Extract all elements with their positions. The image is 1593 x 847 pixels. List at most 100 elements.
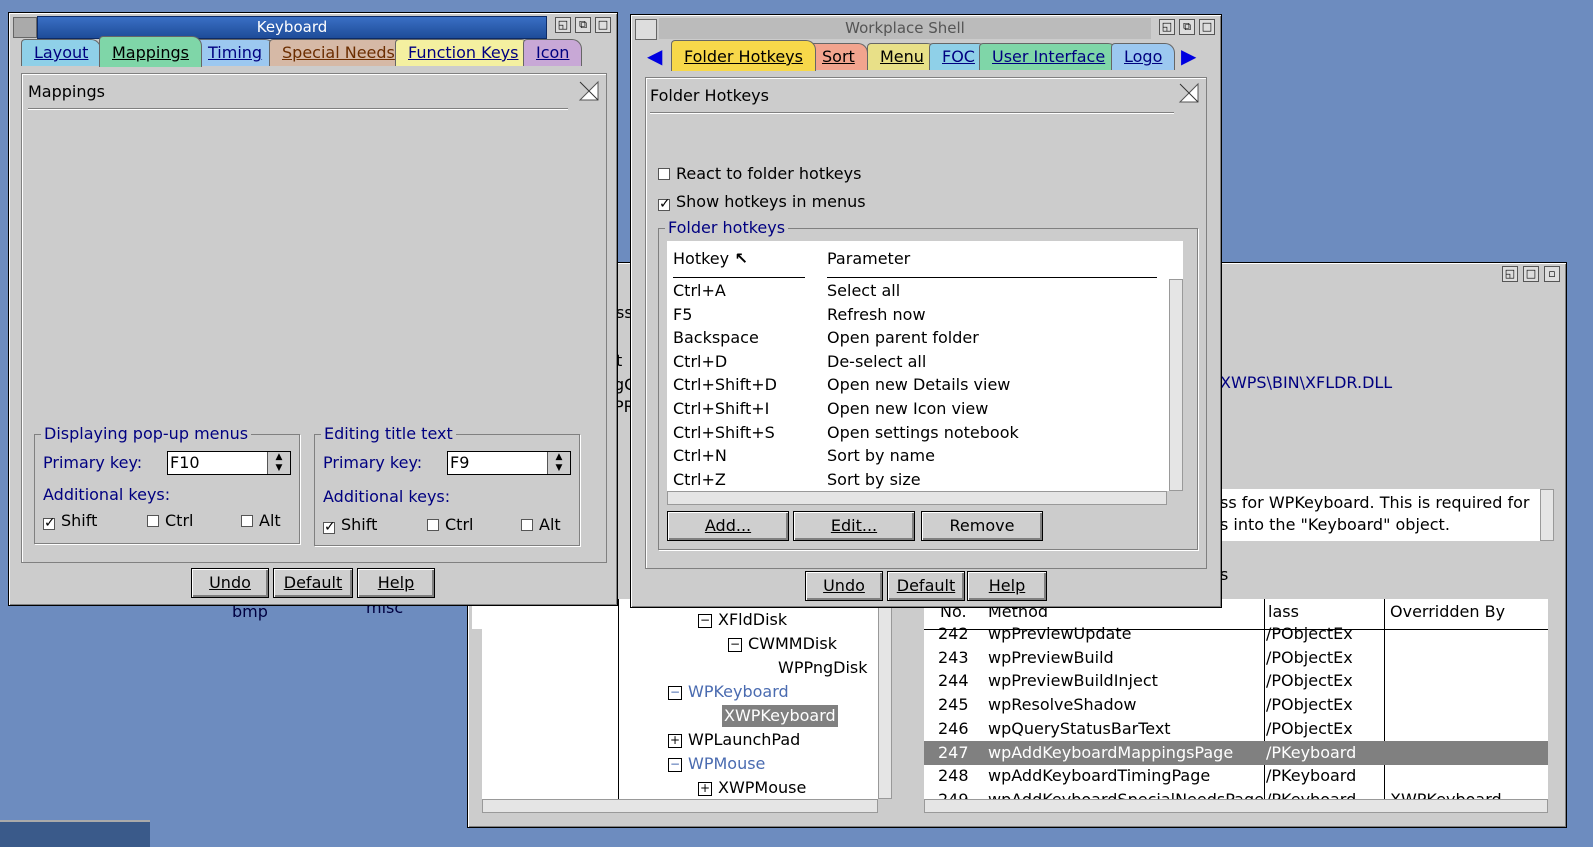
wps-tabs: ◀ Folder Hotkeys Sort Menu FOC User Inte… [641,40,1217,73]
tab-sort[interactable]: Sort [809,43,868,70]
remove-button[interactable]: Remove [921,511,1043,541]
hotkey-vscrollbar[interactable] [1169,279,1183,491]
tab-user-interface[interactable]: User Interface [979,43,1119,70]
tree-vscrollbar[interactable] [878,599,892,799]
tree-item-wpkeyboard[interactable]: − WPKeyboard [668,681,789,703]
alt-checkbox[interactable]: Alt [521,515,561,534]
tree-hscrollbar[interactable] [482,799,878,813]
tree-item-xflddisk[interactable]: − XFldDisk [698,609,787,631]
system-menu-icon[interactable] [13,17,37,38]
maximize-icon[interactable]: ◱ [1159,19,1175,35]
expand-icon[interactable]: + [698,782,712,796]
maximize-icon[interactable]: ◱ [555,17,571,33]
tab-menu[interactable]: Menu [867,43,937,70]
col-parameter-header[interactable]: Parameter [827,249,910,268]
checkbox-icon[interactable] [658,168,670,180]
checkbox-icon[interactable] [241,515,253,527]
system-menu-icon[interactable] [635,19,657,40]
alt-checkbox[interactable]: Alt [241,511,281,530]
collapse-icon[interactable]: − [668,758,682,772]
method-row[interactable]: 243 wpPreviewBuild/PObjectEx [924,646,1548,670]
restore-icon[interactable]: ⧉ [575,17,591,33]
col-hotkey-header[interactable]: Hotkey ↖ [673,249,748,268]
checkbox-checked-icon[interactable]: ✓ [323,520,336,534]
method-row[interactable]: 246 wpQueryStatusBarText/PObjectEx [924,717,1548,741]
col-class[interactable]: lass [1268,602,1299,621]
method-row[interactable]: 245 wpResolveShadow/PObjectEx [924,693,1548,717]
spin-arrows-icon[interactable]: ▲ ▼ [267,452,290,474]
add-button[interactable]: Add... [667,511,789,541]
checkbox-checked-icon[interactable]: ✓ [658,197,671,211]
description-scrollbar[interactable] [1540,489,1554,541]
methods-hscrollbar[interactable] [924,799,1548,813]
restore-icon[interactable]: ⧉ [1179,19,1195,35]
tab-folder-hotkeys[interactable]: Folder Hotkeys [671,40,816,71]
edit-button[interactable]: Edit... [793,511,915,541]
hotkey-row[interactable]: Ctrl+Shift+I Open new Icon view [667,397,1167,421]
method-row[interactable]: 249 wpAddKeyboardSpecialNeedsPage/PKeyboa… [924,788,1548,799]
shift-checkbox[interactable]: ✓ Shift [323,515,377,534]
hotkey-row[interactable]: F5 Refresh now [667,303,1167,327]
tab-special-needs[interactable]: Special Needs [269,39,408,66]
restore-icon[interactable]: □ [1523,266,1539,282]
method-row[interactable]: 242 wpPreviewUpdate/PObjectEx [924,622,1548,646]
hotkey-list[interactable]: Hotkey ↖ Parameter Ctrl+A Select all F5 Ref… [667,241,1183,491]
hotkey-hscrollbar[interactable] [667,491,1167,505]
expand-icon[interactable]: + [668,734,682,748]
tree-item-wpmouse[interactable]: − WPMouse [668,753,765,775]
show-hotkeys-checkbox[interactable]: ✓ Show hotkeys in menus [658,192,866,211]
hotkey-row[interactable]: Ctrl+Shift+D Open new Details view [667,373,1167,397]
hotkey-row[interactable]: Backspace Open parent folder [667,326,1167,350]
tree-item-xwpmouse[interactable]: + XWPMouse [698,777,806,799]
method-row[interactable]: 248 wpAddKeyboardTimingPage/PKeyboard [924,764,1548,788]
checkbox-icon[interactable] [427,519,439,531]
method-class: /PKeyboard [1266,742,1357,762]
method-row[interactable]: 247 wpAddKeyboardMappingsPage/PKeyboard [924,740,1548,765]
tab-scroll-right-icon[interactable]: ▶ [1181,43,1196,69]
hotkey-row[interactable]: Ctrl+Z Sort by size [667,468,1167,492]
col-overridden[interactable]: Overridden By [1390,602,1505,621]
collapse-icon[interactable]: − [728,638,742,652]
spin-arrows-icon[interactable]: ▲ ▼ [547,452,570,474]
tab-layout[interactable]: Layout [21,39,102,66]
tree-item-xwpkeyboard[interactable]: XWPKeyboard [722,705,838,727]
close-icon[interactable]: □ [1199,19,1215,35]
wps-titlebar[interactable]: Workplace Shell [659,18,1151,39]
checkbox-checked-icon[interactable]: ✓ [43,516,56,530]
tree-item-cwmmdisk[interactable]: − CWMMDisk [728,633,837,655]
hotkey-row[interactable]: Ctrl+D De-select all [667,350,1167,374]
tab-timing[interactable]: Timing [195,39,276,66]
checkbox-icon[interactable] [521,519,533,531]
page-corner-icon[interactable] [1178,82,1200,104]
primary-key-field[interactable]: F9 ▲ ▼ [447,451,571,475]
close-icon[interactable]: □ [595,17,611,33]
undo-button[interactable]: Undo [805,571,883,601]
default-button[interactable]: Default [887,571,965,601]
collapse-icon[interactable]: − [698,614,712,628]
react-hotkeys-checkbox[interactable]: React to folder hotkeys [658,164,861,183]
hotkey-row[interactable]: Ctrl+Shift+S Open settings notebook [667,421,1167,445]
help-button[interactable]: Help [967,571,1047,601]
tree-item-wplaunchpad[interactable]: + WPLaunchPad [668,729,800,751]
primary-key-field[interactable]: F10 ▲ ▼ [167,451,291,475]
ctrl-checkbox[interactable]: Ctrl [427,515,473,534]
tree-item-wppngdisk[interactable]: WPPngDisk [778,657,868,679]
tab-logo[interactable]: Logo [1111,43,1176,70]
tab-icon[interactable]: Icon [523,39,583,66]
shift-checkbox[interactable]: ✓ Shift [43,511,97,530]
collapse-icon[interactable]: − [668,686,682,700]
hotkey-row[interactable]: Ctrl+A Select all [667,279,1167,303]
tab-scroll-left-icon[interactable]: ◀ [647,43,662,69]
close-icon[interactable]: ▫ [1544,266,1560,282]
page-corner-icon[interactable] [578,80,600,102]
ctrl-checkbox[interactable]: Ctrl [147,511,193,530]
method-row[interactable]: 244 wpPreviewBuildInject/PObjectEx [924,669,1548,693]
undo-button[interactable]: Undo [191,568,269,598]
tab-function-keys[interactable]: Function Keys [395,39,532,66]
tab-mappings[interactable]: Mappings [99,36,202,67]
checkbox-icon[interactable] [147,515,159,527]
default-button[interactable]: Default [273,568,353,598]
hotkey-row[interactable]: Ctrl+N Sort by name [667,444,1167,468]
help-button[interactable]: Help [357,568,435,598]
maximize-icon[interactable]: ◱ [1502,266,1518,282]
